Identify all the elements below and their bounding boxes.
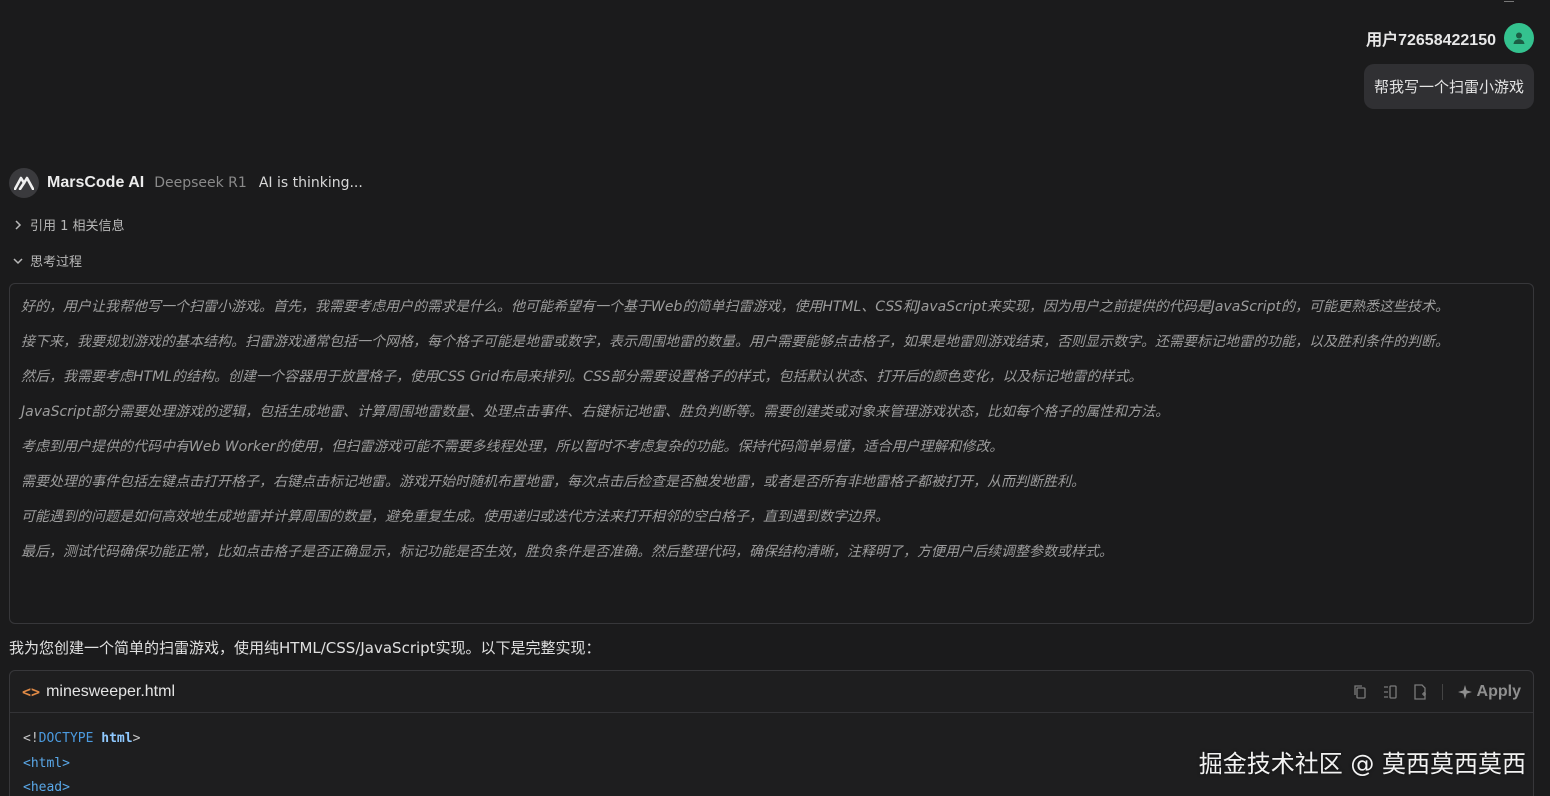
ai-avatar (9, 168, 39, 198)
thinking-paragraph: 然后，我需要考虑HTML的结构。创建一个容器用于放置格子，使用CSS Grid布… (21, 369, 1143, 385)
user-message-header: 用户72658422150 (1366, 23, 1534, 53)
toolbar-divider (1441, 683, 1443, 700)
apply-label: Apply (1476, 682, 1521, 700)
references-toggle[interactable]: 引用 1 相关信息 (12, 215, 125, 234)
chevron-down-icon (12, 255, 24, 267)
copy-icon[interactable] (1352, 684, 1368, 700)
thinking-paragraph: JavaScript部分需要处理游戏的逻辑，包括生成地雷、计算周围地雷数量、处理… (21, 404, 1170, 420)
user-icon (1513, 32, 1525, 44)
ai-status-text: AI is thinking... (258, 175, 363, 191)
sparkle-icon (1457, 684, 1472, 699)
thinking-toggle[interactable]: 思考过程 (12, 251, 82, 270)
chevron-right-icon (12, 219, 24, 231)
ai-name: MarsCode AI (47, 174, 145, 191)
user-avatar (1504, 23, 1534, 53)
code-actions: Apply (1352, 683, 1521, 701)
ai-message-header: MarsCode AI Deepseek R1 AI is thinking..… (9, 168, 363, 198)
user-message-bubble: 帮我写一个扫雷小游戏 (1363, 64, 1534, 109)
marscode-logo-icon (14, 176, 34, 190)
user-message-text: 帮我写一个扫雷小游戏 (1373, 78, 1524, 96)
thinking-label: 思考过程 (30, 255, 83, 270)
thinking-process-panel: 好的，用户让我帮他写一个扫雷小游戏。首先，我需要考虑用户的需求是什么。他可能希望… (9, 283, 1534, 624)
ai-model-badge: Deepseek R1 (154, 175, 247, 191)
insert-icon[interactable] (1382, 684, 1398, 700)
references-label: 引用 1 相关信息 (30, 219, 125, 234)
thinking-paragraph: 最后，测试代码确保功能正常，比如点击格子是否正确显示，标记功能是否生效，胜负条件… (21, 544, 1113, 560)
thinking-paragraph: 可能遇到的问题是如何高效地生成地雷并计算周围的数量，避免重复生成。使用递归或迭代… (21, 509, 889, 525)
thinking-paragraph: 需要处理的事件包括左键点击打开格子，右键点击标记地雷。游戏开始时随机布置地雷，每… (21, 474, 1085, 490)
window-corner-decoration (1504, 0, 1514, 2)
thinking-paragraph: 好的，用户让我帮他写一个扫雷小游戏。首先，我需要考虑用户的需求是什么。他可能希望… (21, 299, 1449, 315)
new-file-icon[interactable] (1412, 683, 1428, 700)
apply-button[interactable]: Apply (1457, 683, 1521, 701)
user-name: 用户72658422150 (1366, 32, 1496, 49)
thinking-paragraph: 考虑到用户提供的代码中有Web Worker的使用，但扫雷游戏可能不需要多线程处… (21, 439, 1004, 455)
code-tag-icon: <> (22, 682, 41, 701)
thinking-paragraph: 接下来，我要规划游戏的基本结构。扫雷游戏通常包括一个网格，每个格子可能是地雷或数… (21, 334, 1449, 350)
answer-intro-text: 我为您创建一个简单的扫雷游戏，使用纯HTML/CSS/JavaScript实现。… (9, 639, 601, 657)
watermark: 掘金技术社区 @ 莫西莫西莫西 (1198, 750, 1526, 778)
code-filename: minesweeper.html (46, 682, 176, 700)
code-block-header: <> minesweeper.html Apply (10, 671, 1533, 713)
code-line: <head> (23, 780, 70, 795)
